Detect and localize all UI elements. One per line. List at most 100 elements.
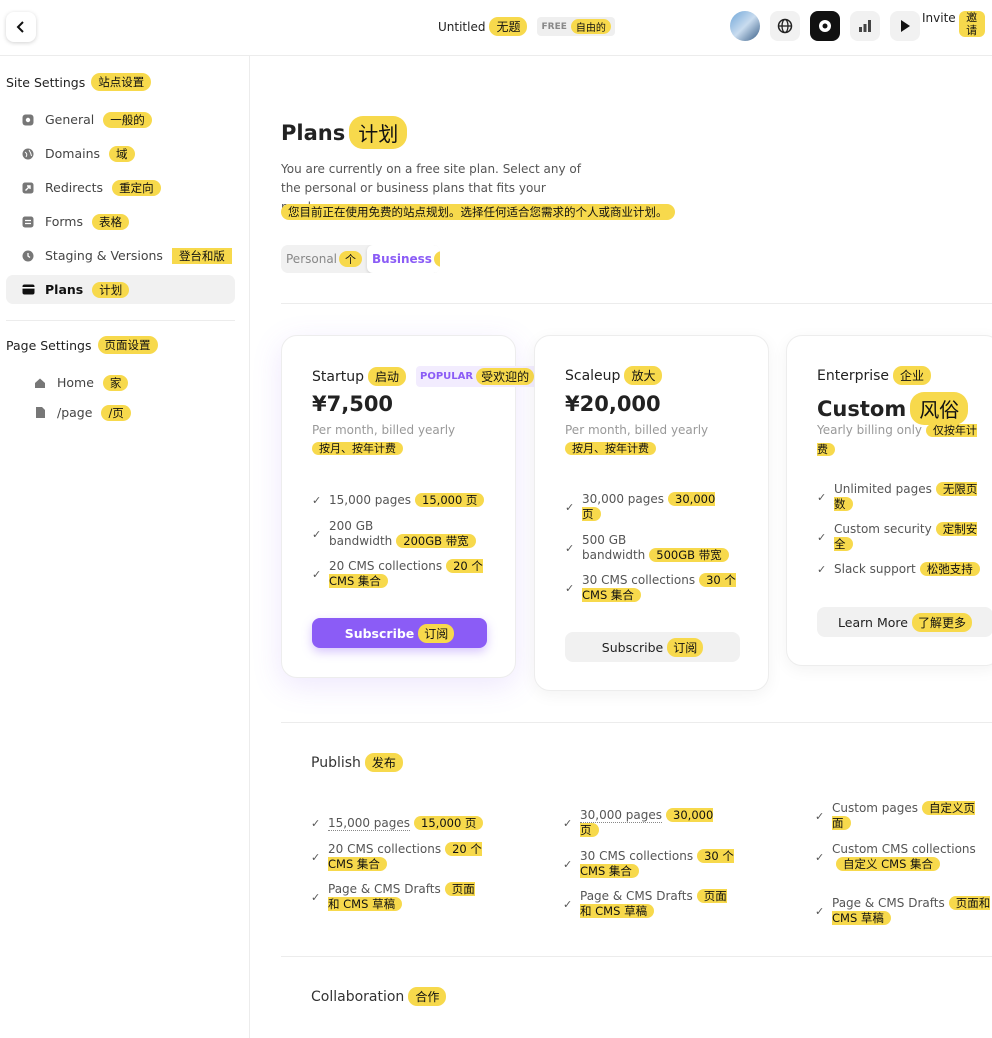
subscribe-button[interactable]: Subscribe 订阅 <box>565 632 740 662</box>
document-title[interactable]: Untitled 无题 FREE 自由的 <box>438 17 615 36</box>
plan-name: Enterprise 企业 <box>817 366 932 385</box>
feature-text: Custom CMS collections <box>832 842 976 856</box>
sidebar-item-label: Redirects <box>45 180 104 195</box>
check-icon: ✓ <box>565 541 575 555</box>
feature-translation: 15,000 页 <box>415 493 485 507</box>
check-icon: ✓ <box>565 500 575 514</box>
billing-translation: 按月、按年计费 <box>565 442 656 455</box>
plan-card-enterprise: Enterprise 企业 Custom 风俗 Yearly billing o… <box>786 335 992 666</box>
feature-text: Slack support <box>834 562 916 576</box>
plan-badge-translation: 自由的 <box>570 19 611 34</box>
plan-name-translation: 启动 <box>367 367 406 386</box>
button-translation: 订阅 <box>418 623 455 643</box>
plans-description-translation: 您目前正在使用免费的站点规划。选择任何适合您需求的个人或商业计划。 <box>281 204 675 220</box>
settings-button[interactable] <box>810 11 840 41</box>
globe-icon <box>777 18 793 34</box>
site-settings-label: Site Settings <box>6 74 86 90</box>
check-icon: ✓ <box>815 850 825 864</box>
plan-name-text: Scaleup <box>565 367 621 384</box>
plan-billing: Yearly billing only 仅按年计费 <box>817 421 992 459</box>
publish-label: Publish <box>311 754 361 771</box>
sidebar-item-translation: 一般的 <box>103 111 152 128</box>
globe-icon <box>20 146 36 162</box>
sidebar-item-redirects[interactable]: Redirects 重定向 <box>6 173 235 202</box>
feature-text: 15,000 pages <box>328 816 411 831</box>
feature-text: Custom pages <box>832 801 919 815</box>
plan-feature: ✓ 200 GB bandwidth 200GB 带宽 <box>312 519 482 549</box>
publish-translation: 发布 <box>364 753 403 772</box>
check-icon: ✓ <box>815 809 825 823</box>
check-icon: ✓ <box>817 530 827 544</box>
plan-card-startup: Startup 启动 POPULAR 受欢迎的 ¥7,500 Per month… <box>281 335 539 678</box>
page-item-translation: /页 <box>101 404 131 421</box>
page-item-label: /page <box>57 405 93 420</box>
publish-feature: ✓ 20 CMS collections 20 个 CMS 集合 <box>311 842 486 872</box>
feature-text: 30,000 pages <box>582 492 665 506</box>
sidebar: Site Settings 站点设置 General 一般的 Domains 域… <box>0 56 250 1038</box>
title-translation: 无题 <box>489 17 528 36</box>
feature-text: 30 CMS collections <box>580 849 694 863</box>
publish-feature: ✓ Custom CMS collections自定义 CMS 集合 <box>815 842 991 872</box>
collaboration-heading: Collaboration 合作 <box>311 987 447 1006</box>
sidebar-item-label: Forms <box>45 214 84 229</box>
publish-feature: ✓ Page & CMS Drafts 页面和 CMS 草稿 <box>311 882 486 912</box>
plan-feature: ✓ 30,000 pages 30,000 页 <box>565 492 735 522</box>
tab-personal[interactable]: Personal 个 <box>281 245 367 273</box>
sidebar-item-translation: 域 <box>109 145 135 162</box>
plan-name: Scaleup 放大 <box>565 366 663 385</box>
site-settings-heading: Site Settings 站点设置 <box>6 73 152 91</box>
page-title: Plans 计划 <box>281 116 408 149</box>
file-icon <box>32 405 48 421</box>
back-button[interactable] <box>6 12 36 42</box>
learn-more-button[interactable]: Learn More 了解更多 <box>817 607 992 637</box>
collaboration-translation: 合作 <box>408 987 447 1006</box>
plan-price: ¥7,500 <box>312 392 393 416</box>
tab-business[interactable]: Business 商 <box>367 245 440 273</box>
feature-text: 20 CMS collections <box>328 842 442 856</box>
description-translation-text: 您目前正在使用免费的站点规划。选择任何适合您需求的个人或商业计划。 <box>281 204 675 220</box>
plan-price: ¥20,000 <box>565 392 661 416</box>
bar-chart-icon <box>859 20 871 32</box>
plan-name-text: Startup <box>312 368 364 385</box>
invite-translation: 邀请 <box>958 11 985 37</box>
check-icon: ✓ <box>817 563 827 576</box>
preview-button[interactable] <box>890 11 920 41</box>
analytics-button[interactable] <box>850 11 880 41</box>
section-divider <box>281 956 992 957</box>
feature-translation: 自定义 CMS 集合 <box>836 857 941 871</box>
page-settings-label: Page Settings <box>6 337 92 353</box>
globe-button[interactable] <box>770 11 800 41</box>
sidebar-item-staging-versions[interactable]: Staging & Versions 登台和版 <box>6 241 235 270</box>
publish-feature: ✓ 15,000 pages 15,000 页 <box>311 816 486 831</box>
page-item-page[interactable]: /page /页 <box>6 398 235 427</box>
plan-badge-text: FREE <box>541 21 567 32</box>
sidebar-item-plans[interactable]: Plans 计划 <box>6 275 235 304</box>
tab-label: Business <box>372 252 432 266</box>
feature-text: Unlimited pages <box>834 482 932 496</box>
sidebar-item-general[interactable]: General 一般的 <box>6 105 235 134</box>
sidebar-item-forms[interactable]: Forms 表格 <box>6 207 235 236</box>
plan-name-text: Enterprise <box>817 367 890 384</box>
subscribe-button[interactable]: Subscribe 订阅 <box>312 618 487 648</box>
invite-button[interactable]: Invite 邀请 <box>922 11 985 37</box>
avatar[interactable] <box>730 11 760 41</box>
plan-name-translation: 放大 <box>624 366 663 385</box>
billing-text: Yearly billing only <box>817 423 923 437</box>
tab-label: Personal <box>286 252 338 266</box>
page-item-home[interactable]: Home 家 <box>6 368 235 397</box>
plan-card-scaleup: Scaleup 放大 ¥20,000 Per month, billed yea… <box>534 335 769 691</box>
redirect-arrow-icon <box>20 180 36 196</box>
plan-price-text: ¥7,500 <box>312 392 394 416</box>
plan-feature: ✓ 15,000 pages 15,000 页 <box>312 493 497 508</box>
feature-translation: 松弛支持 <box>919 562 980 576</box>
check-icon: ✓ <box>312 527 322 541</box>
gear-icon <box>819 20 831 32</box>
form-icon <box>20 214 36 230</box>
feature-text: Page & CMS Drafts <box>580 889 693 903</box>
check-icon: ✓ <box>312 567 322 581</box>
sidebar-divider <box>6 320 235 321</box>
sidebar-item-label: Plans <box>45 282 84 297</box>
sidebar-item-domains[interactable]: Domains 域 <box>6 139 235 168</box>
page-title-translation: 计划 <box>349 116 408 149</box>
check-icon: ✓ <box>565 581 575 595</box>
